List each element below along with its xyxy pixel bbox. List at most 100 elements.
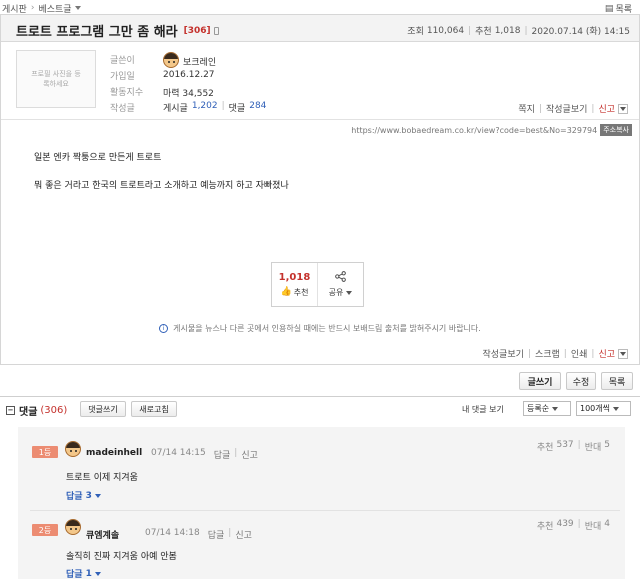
comment-replies-toggle[interactable]: 답글 1 bbox=[66, 567, 101, 579]
comment-up-count: 537 bbox=[556, 440, 574, 450]
chevron-down-icon bbox=[620, 106, 626, 111]
page-size-select-value: 100개씩 bbox=[580, 404, 610, 413]
view-posts-link[interactable]: 작성글보기 bbox=[482, 347, 523, 360]
print-link[interactable]: 인쇄 bbox=[571, 347, 588, 360]
view-posts-link[interactable]: 작성글보기 bbox=[546, 102, 587, 115]
share-button[interactable]: 공유 bbox=[318, 263, 363, 306]
author-labels: 글쓴이 가입일 활동지수 작성글 bbox=[110, 53, 143, 117]
write-button[interactable]: 글쓰기 bbox=[519, 372, 561, 390]
post-title-text: 트로트 프로그램 그만 좀 해라 bbox=[16, 25, 178, 40]
scrap-link[interactable]: 스크랩 bbox=[535, 347, 560, 360]
divider: | bbox=[234, 448, 238, 458]
comment-up-label[interactable]: 추천 bbox=[537, 440, 554, 453]
chevron-down-icon bbox=[613, 406, 619, 411]
chevron-down-icon[interactable] bbox=[74, 6, 81, 10]
report-dropdown-button[interactable] bbox=[618, 103, 628, 114]
replies-label: 답글 bbox=[66, 492, 83, 502]
comment-reply-link[interactable]: 답글 bbox=[214, 448, 231, 461]
breadcrumb: 게시판 › 베스트글 bbox=[2, 2, 81, 15]
author-actions: 쪽지 | 작성글보기 | 신고 bbox=[518, 102, 628, 115]
comments-title-label: 댓글 bbox=[19, 407, 38, 418]
comment-text: 트로트 이제 지겨움 bbox=[66, 473, 138, 483]
comments-count-label: 댓글 bbox=[228, 104, 246, 114]
post-body-line: 일본 엔카 짝퉁으로 만든게 트로트 bbox=[34, 153, 162, 163]
post-comment-count[interactable]: [306] bbox=[184, 26, 211, 36]
report-dropdown-button[interactable] bbox=[618, 348, 628, 359]
divider: | bbox=[527, 348, 531, 359]
comment-up-count: 439 bbox=[556, 519, 574, 529]
rank-badge: 2등 bbox=[32, 524, 58, 536]
comment-author[interactable]: 큐엠계솔 bbox=[86, 528, 119, 541]
comment-down-label[interactable]: 반대 bbox=[585, 519, 602, 532]
comment-meta: 07/14 14:15 답글 | 신고 bbox=[151, 448, 258, 461]
citation-notice-text: 게시물을 뉴스나 다른 곳에서 인용하실 때에는 반드시 보배드림 출처를 밝혀… bbox=[173, 324, 481, 333]
citation-notice: i 게시물을 뉴스나 다른 곳에서 인용하실 때에는 반드시 보배드림 출처를 … bbox=[0, 323, 640, 334]
chevron-down-icon bbox=[94, 571, 101, 576]
divider: | bbox=[563, 348, 567, 359]
share-label: 공유 bbox=[328, 288, 344, 297]
mobile-icon bbox=[213, 26, 219, 35]
comments-title-count: (306) bbox=[40, 405, 68, 416]
divider: | bbox=[221, 101, 225, 111]
page-size-select[interactable]: 100개씩 bbox=[576, 401, 631, 416]
replies-count: 3 bbox=[85, 490, 92, 501]
post-date: 2020.07.14 (화) 14:15 bbox=[531, 27, 631, 37]
post-title: 트로트 프로그램 그만 좀 해라 [306] bbox=[16, 21, 219, 40]
posts-label: 작성글 bbox=[110, 104, 135, 114]
author-name[interactable]: 보크레인 bbox=[183, 55, 216, 68]
report-link[interactable]: 신고 bbox=[598, 102, 615, 115]
recommend-button[interactable]: 1,018 👍 추천 bbox=[272, 263, 318, 306]
collapse-icon[interactable]: − bbox=[6, 406, 15, 415]
views-count: 110,064 bbox=[426, 25, 465, 36]
comments-top-divider bbox=[0, 396, 640, 397]
recommend-label-row: 👍 추천 bbox=[281, 287, 309, 298]
author-avatar bbox=[163, 52, 179, 68]
commenter-avatar bbox=[65, 519, 81, 535]
edit-button[interactable]: 수정 bbox=[566, 372, 596, 390]
comment-reply-link[interactable]: 답글 bbox=[208, 528, 225, 541]
breadcrumb-board[interactable]: 베스트글 bbox=[38, 2, 71, 15]
sort-select-value: 등록순 bbox=[527, 404, 550, 413]
list-button[interactable]: 목록 bbox=[601, 372, 633, 390]
posts-count[interactable]: 1,202 bbox=[192, 101, 218, 114]
comments-count[interactable]: 284 bbox=[249, 101, 266, 114]
profile-photo-placeholder: 프로필 사진을 등록하세요 bbox=[16, 50, 96, 108]
author-activity: 마력 34,552 bbox=[163, 89, 214, 99]
comment-report-link[interactable]: 신고 bbox=[241, 448, 258, 461]
thumbs-up-icon: 👍 bbox=[280, 287, 292, 297]
note-link[interactable]: 쪽지 bbox=[518, 102, 535, 115]
list-icon: ▤ bbox=[604, 3, 614, 14]
chevron-down-icon bbox=[552, 406, 559, 411]
divider: | bbox=[228, 528, 232, 538]
refresh-button[interactable]: 새로고침 bbox=[131, 401, 177, 417]
divider: | bbox=[468, 25, 472, 36]
sort-select[interactable]: 등록순 bbox=[523, 401, 571, 416]
joined-label: 가입일 bbox=[110, 72, 135, 82]
comment-replies-toggle[interactable]: 답글 3 bbox=[66, 489, 101, 502]
chevron-down-icon bbox=[94, 493, 101, 498]
divider: | bbox=[591, 348, 595, 359]
share-icon bbox=[335, 271, 346, 282]
post-url[interactable]: https://www.bobaedream.co.kr/view?code=b… bbox=[351, 126, 597, 135]
share-label-row: 공유 bbox=[329, 287, 353, 298]
report-link[interactable]: 신고 bbox=[598, 347, 615, 360]
author-posts: 게시글 1,202 | 댓글 284 bbox=[163, 101, 266, 114]
posts-count-label: 게시글 bbox=[163, 104, 188, 114]
comments-title: − 댓글 (306) bbox=[6, 403, 67, 418]
writer-label: 글쓴이 bbox=[110, 56, 135, 66]
divider: | bbox=[577, 519, 581, 529]
comment-report-link[interactable]: 신고 bbox=[235, 528, 252, 541]
comment-text: 솔직히 진짜 지겨움 아예 안봄 bbox=[66, 552, 177, 562]
comment-author[interactable]: madeinhell bbox=[86, 448, 142, 458]
comment-up-label[interactable]: 추천 bbox=[537, 519, 554, 532]
write-comment-button[interactable]: 댓글쓰기 bbox=[80, 401, 126, 417]
comment-down-label[interactable]: 반대 bbox=[585, 440, 602, 453]
post-body-line: 뭐 좋은 거라고 한국의 트로트라고 소개하고 예능까지 하고 자빠졌나 bbox=[34, 181, 289, 191]
likes-label: 추천 bbox=[475, 27, 492, 37]
divider: | bbox=[591, 103, 595, 114]
copy-url-button[interactable]: 주소복사 bbox=[600, 124, 632, 136]
views-label: 조회 bbox=[407, 27, 424, 37]
breadcrumb-home[interactable]: 게시판 bbox=[2, 2, 27, 15]
recommend-count: 1,018 bbox=[278, 271, 311, 283]
my-comments-link[interactable]: 내 댓글 보기 bbox=[462, 404, 504, 415]
